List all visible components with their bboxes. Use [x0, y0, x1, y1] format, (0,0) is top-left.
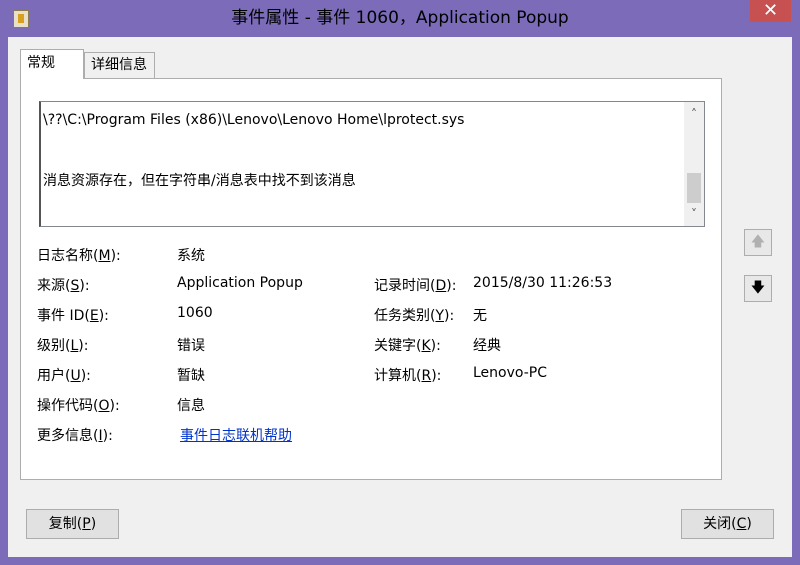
logged-value: 2015/8/30 11:26:53: [473, 275, 613, 291]
level-label: 级别(L):: [37, 338, 89, 354]
window-title: 事件属性 - 事件 1060，Application Popup: [231, 8, 569, 28]
computer-value: Lenovo-PC: [473, 365, 547, 381]
event-properties-window: 事件属性 - 事件 1060，Application Popup ✕ 常规 详细…: [0, 0, 800, 565]
log-name-value: 系统: [177, 248, 205, 264]
scroll-thumb[interactable]: [687, 173, 701, 203]
next-event-button[interactable]: 🡇: [744, 275, 772, 302]
source-label: 来源(S):: [37, 278, 90, 294]
user-label: 用户(U):: [37, 368, 91, 384]
description-scrollbar[interactable]: ˄ ˅: [684, 102, 704, 226]
computer-label: 计算机(R):: [374, 368, 442, 384]
source-value: Application Popup: [177, 275, 303, 291]
previous-event-button[interactable]: 🡅: [744, 229, 772, 256]
tab-details[interactable]: 详细信息: [84, 52, 155, 79]
opcode-label: 操作代码(O):: [37, 398, 120, 414]
title-bar[interactable]: 事件属性 - 事件 1060，Application Popup ✕: [0, 0, 800, 37]
event-log-online-help-link[interactable]: 事件日志联机帮助: [180, 425, 292, 445]
general-tab-panel: \??\C:\Program Files (x86)\Lenovo\Lenovo…: [20, 78, 722, 480]
description-box[interactable]: \??\C:\Program Files (x86)\Lenovo\Lenovo…: [39, 101, 705, 227]
close-button[interactable]: 关闭(C): [681, 509, 774, 539]
description-line-2: 消息资源存在，但在字符串/消息表中找不到该消息: [43, 173, 356, 189]
event-id-label: 事件 ID(E):: [37, 308, 109, 324]
tab-general[interactable]: 常规: [20, 49, 84, 79]
copy-button[interactable]: 复制(P): [26, 509, 119, 539]
task-category-value: 无: [473, 308, 487, 324]
description-line-1: \??\C:\Program Files (x86)\Lenovo\Lenovo…: [43, 112, 465, 128]
opcode-value: 信息: [177, 398, 205, 414]
keywords-value: 经典: [473, 338, 501, 354]
close-window-button[interactable]: ✕: [750, 0, 791, 22]
keywords-label: 关键字(K):: [374, 338, 441, 354]
event-id-value: 1060: [177, 305, 213, 321]
log-name-label: 日志名称(M):: [37, 248, 121, 264]
user-value: 暂缺: [177, 368, 205, 384]
scroll-up-arrow[interactable]: ˄: [684, 104, 704, 124]
scroll-down-arrow[interactable]: ˅: [684, 204, 704, 224]
more-info-label: 更多信息(I):: [37, 428, 113, 444]
level-value: 错误: [177, 338, 205, 354]
dialog-client: 常规 详细信息 \??\C:\Program Files (x86)\Lenov…: [8, 37, 792, 557]
logged-label: 记录时间(D):: [374, 278, 457, 294]
task-category-label: 任务类别(Y):: [374, 308, 455, 324]
